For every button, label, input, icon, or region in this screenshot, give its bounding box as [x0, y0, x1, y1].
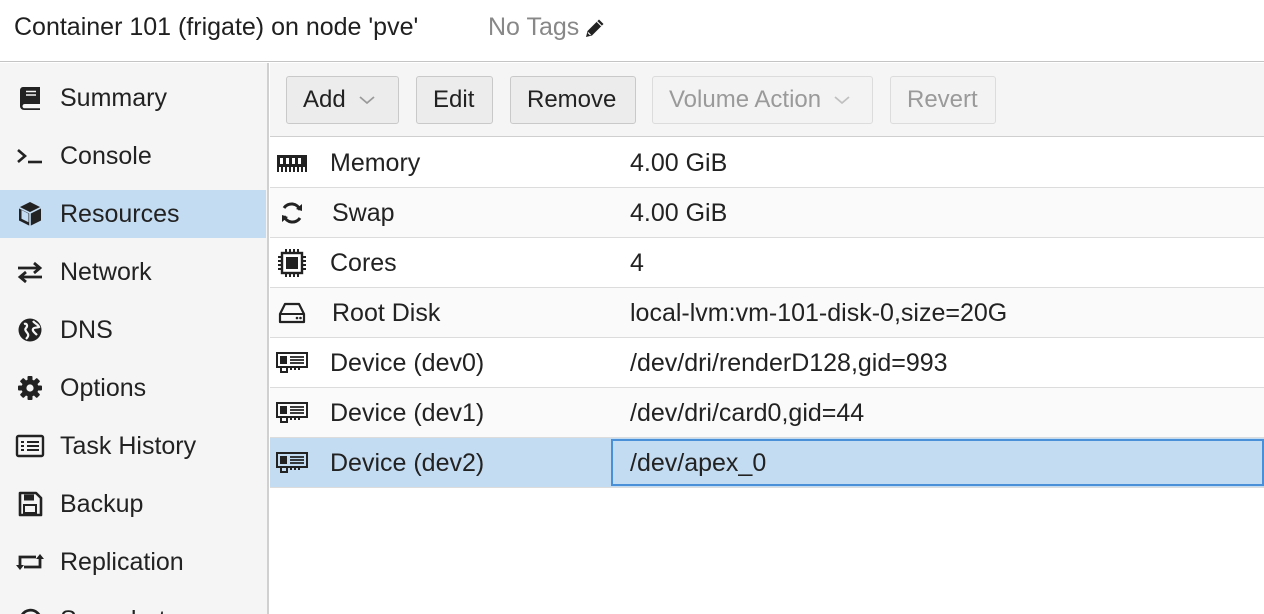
resource-name: Swap	[332, 199, 395, 227]
sidebar-item-label: Resources	[60, 199, 180, 228]
hdd-icon	[276, 297, 308, 329]
resource-name: Cores	[330, 249, 397, 277]
device-card-icon	[276, 397, 308, 429]
resource-value: /dev/dri/renderD128,gid=993	[630, 349, 948, 377]
resource-value: local-lvm:vm-101-disk-0,size=20G	[630, 299, 1008, 327]
resource-name: Device (dev2)	[330, 449, 485, 477]
globe-icon	[14, 314, 46, 346]
sidebar-item-snapshots[interactable]: Snapshots	[0, 596, 266, 614]
sidebar-item-options[interactable]: Options	[0, 364, 266, 412]
revert-button[interactable]: Revert	[890, 76, 996, 124]
add-menu-button[interactable]: Add	[286, 76, 399, 124]
device-card-icon	[276, 347, 308, 379]
resource-name: Device (dev0)	[330, 349, 485, 377]
edit-button[interactable]: Edit	[416, 76, 493, 124]
tags-label: No Tags	[488, 13, 580, 41]
device-card-icon	[276, 447, 308, 479]
pencil-icon[interactable]	[583, 16, 607, 40]
sidebar-item-label: DNS	[60, 315, 113, 344]
cube-icon	[14, 198, 46, 230]
resource-value: /dev/dri/card0,gid=44	[630, 399, 865, 427]
table-row[interactable]: Device (dev2) /dev/apex_0	[270, 438, 1264, 488]
resource-name: Device (dev1)	[330, 399, 485, 427]
toolbar: Add Edit Remove Volume Action Revert	[270, 63, 1264, 137]
book-icon	[14, 82, 46, 114]
page-title: Container 101 (frigate) on node 'pve'	[14, 13, 419, 41]
cpu-icon	[276, 247, 308, 279]
sidebar-item-label: Backup	[60, 489, 144, 518]
resources-panel: Add Edit Remove Volume Action Revert Mem…	[270, 63, 1264, 614]
sidebar-item-label: Console	[60, 141, 152, 170]
add-button-label: Add	[303, 86, 346, 113]
volume-action-menu-button[interactable]: Volume Action	[652, 76, 873, 124]
remove-button-label: Remove	[527, 86, 617, 113]
remove-button[interactable]: Remove	[510, 76, 636, 124]
resource-value: /dev/apex_0	[630, 449, 767, 477]
sidebar-item-network[interactable]: Network	[0, 248, 266, 296]
exchange-icon	[14, 256, 46, 288]
terminal-icon	[14, 140, 46, 172]
sidebar-item-summary[interactable]: Summary	[0, 74, 266, 122]
chevron-down-icon	[358, 94, 376, 106]
sidebar-item-label: Snapshots	[60, 606, 178, 614]
gear-icon	[14, 372, 46, 404]
table-row[interactable]: Swap 4.00 GiB	[270, 188, 1264, 238]
table-row[interactable]: Root Disk local-lvm:vm-101-disk-0,size=2…	[270, 288, 1264, 338]
sidebar-item-console[interactable]: Console	[0, 132, 266, 180]
sidebar-item-task-history[interactable]: Task History	[0, 422, 266, 470]
sidebar: Summary Console Resources Network DNS Op…	[0, 63, 269, 614]
table-row[interactable]: Cores 4	[270, 238, 1264, 288]
sidebar-item-label: Replication	[60, 547, 184, 576]
chevron-down-icon	[833, 94, 851, 106]
sidebar-item-resources[interactable]: Resources	[0, 190, 266, 238]
table-row[interactable]: Device (dev0) /dev/dri/renderD128,gid=99…	[270, 338, 1264, 388]
sidebar-item-dns[interactable]: DNS	[0, 306, 266, 354]
title-bar: Container 101 (frigate) on node 'pve' No…	[0, 0, 1264, 62]
revert-button-label: Revert	[907, 86, 978, 113]
resource-value: 4.00 GiB	[630, 199, 728, 227]
list-icon	[14, 430, 46, 462]
volume-action-label: Volume Action	[669, 86, 822, 113]
resource-value: 4.00 GiB	[630, 149, 728, 177]
table-row[interactable]: Memory 4.00 GiB	[270, 138, 1264, 188]
memory-icon	[276, 147, 308, 179]
sidebar-item-label: Task History	[60, 431, 197, 460]
tags-editor[interactable]: No Tags	[488, 13, 607, 42]
sidebar-item-label: Network	[60, 257, 152, 286]
sidebar-item-label: Options	[60, 373, 147, 402]
retweet-icon	[14, 546, 46, 578]
sidebar-item-replication[interactable]: Replication	[0, 538, 266, 586]
sidebar-item-backup[interactable]: Backup	[0, 480, 266, 528]
table-row[interactable]: Device (dev1) /dev/dri/card0,gid=44	[270, 388, 1264, 438]
sidebar-item-label: Summary	[60, 83, 167, 112]
edit-button-label: Edit	[433, 86, 475, 113]
floppy-icon	[14, 488, 46, 520]
history-icon	[14, 604, 46, 614]
resource-value: 4	[630, 249, 644, 277]
refresh-icon	[276, 197, 308, 229]
resource-name: Memory	[330, 149, 421, 177]
resource-name: Root Disk	[332, 299, 441, 327]
